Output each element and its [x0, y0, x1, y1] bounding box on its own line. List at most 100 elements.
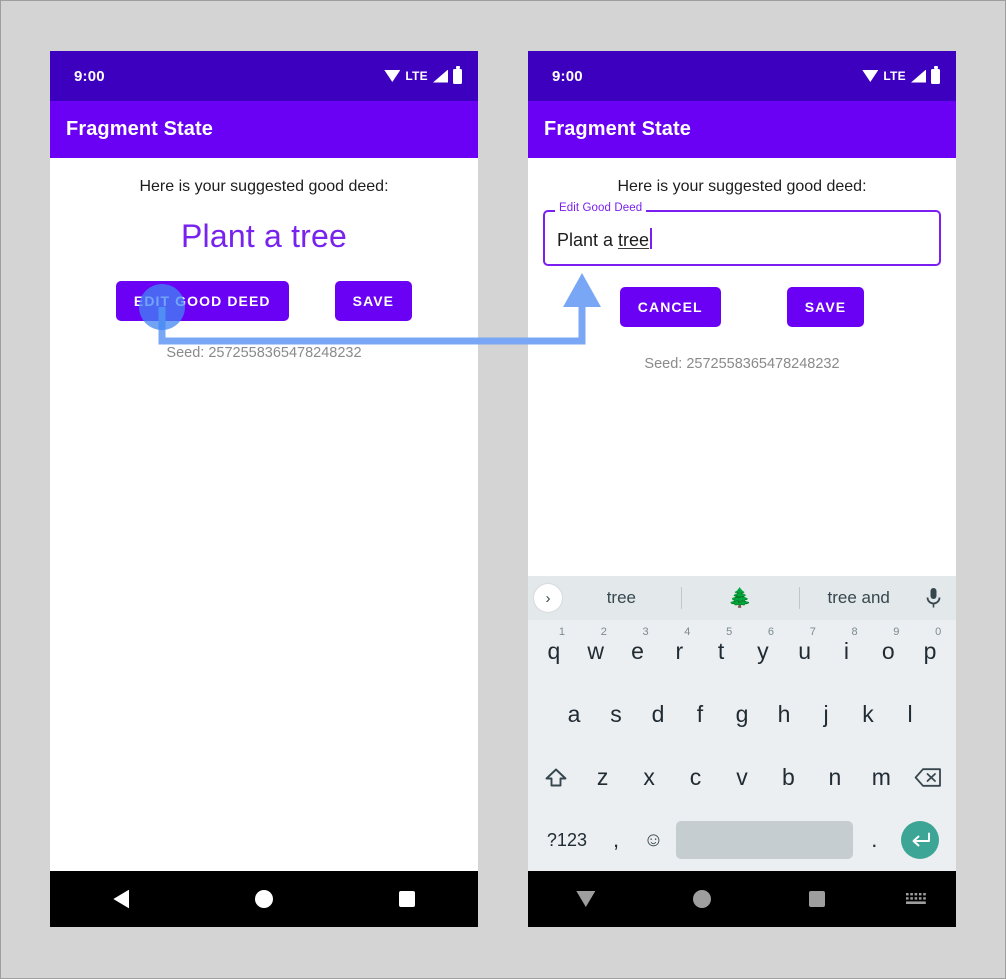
text-field-value: Plant a tree: [557, 225, 653, 251]
spacebar: [676, 821, 853, 859]
key-t[interactable]: 5 t: [700, 620, 742, 683]
lte-label: LTE: [405, 69, 428, 83]
key-f[interactable]: f: [679, 683, 721, 746]
suggestion-bar: › tree 🌲 tree and: [528, 576, 956, 620]
key-label: r: [675, 638, 684, 664]
keyboard-row-3: z x c v b n m: [528, 746, 956, 809]
key-u[interactable]: 7 u: [784, 620, 826, 683]
key-label: w: [587, 638, 604, 664]
text-field-outline[interactable]: Plant a tree: [543, 210, 941, 266]
nav-dismiss-keyboard-button[interactable]: [528, 871, 644, 927]
key-label: t: [717, 638, 725, 664]
key-m[interactable]: m: [858, 746, 904, 809]
key-b[interactable]: b: [765, 746, 811, 809]
key-y[interactable]: 6 y: [742, 620, 784, 683]
key-label: i: [843, 638, 850, 664]
key-d[interactable]: d: [637, 683, 679, 746]
key-num: 3: [642, 626, 649, 638]
key-n[interactable]: n: [812, 746, 858, 809]
key-k[interactable]: k: [847, 683, 889, 746]
key-e[interactable]: 3 e: [617, 620, 659, 683]
key-p[interactable]: 0 p: [909, 620, 951, 683]
mic-icon[interactable]: [918, 587, 948, 609]
nav-back-button[interactable]: [50, 871, 193, 927]
key-v[interactable]: v: [719, 746, 765, 809]
battery-icon: [931, 66, 940, 84]
space-key[interactable]: [673, 809, 857, 871]
enter-icon: [901, 821, 940, 859]
suggestion-emoji[interactable]: 🌲: [681, 586, 800, 610]
key-num: 6: [767, 626, 775, 638]
seed-text: Seed: 2572558365478248232: [644, 356, 840, 372]
key-l[interactable]: l: [889, 683, 931, 746]
period-key[interactable]: .: [856, 809, 892, 871]
comma-key[interactable]: ,: [598, 809, 634, 871]
nav-keyboard-switch-button[interactable]: [875, 871, 956, 927]
key-c[interactable]: c: [672, 746, 718, 809]
save-button[interactable]: SAVE: [334, 281, 413, 321]
back-icon: [113, 889, 130, 909]
text-cursor: [650, 228, 653, 249]
key-g[interactable]: g: [721, 683, 763, 746]
key-i[interactable]: 8 i: [826, 620, 868, 683]
keyboard-row-1: 1 q 2 w 3 e 4 r 5 t 6 y 7 u 8 i 9 o 0 p: [528, 620, 956, 683]
text-field-value-prefix: Plant a: [557, 230, 619, 250]
key-z[interactable]: z: [579, 746, 625, 809]
key-a[interactable]: a: [553, 683, 595, 746]
key-j[interactable]: j: [805, 683, 847, 746]
key-w[interactable]: 2 w: [575, 620, 617, 683]
suggestion-word-2[interactable]: tree and: [799, 588, 918, 608]
emoji-key[interactable]: ☺: [634, 809, 672, 871]
nav-recents-button[interactable]: [759, 871, 875, 927]
key-num: 8: [851, 626, 858, 638]
suggestion-word-1[interactable]: tree: [562, 588, 681, 608]
key-num: 2: [600, 626, 607, 638]
recents-icon: [809, 891, 826, 907]
key-h[interactable]: h: [763, 683, 805, 746]
symbols-key[interactable]: ?123: [536, 809, 598, 871]
cancel-button[interactable]: CANCEL: [619, 287, 721, 327]
keyboard-row-2: a s d f g h j k l: [528, 683, 956, 746]
key-label: p: [923, 638, 937, 664]
keyboard-row-4: ?123 , ☺ .: [528, 809, 956, 871]
key-s[interactable]: s: [595, 683, 637, 746]
shift-key[interactable]: [533, 746, 579, 809]
nav-home-button[interactable]: [644, 871, 760, 927]
edit-text-field[interactable]: Plant a tree Edit Good Deed: [543, 202, 941, 266]
phone-screen-after: 9:00 LTE Fragment State Here is your sug…: [528, 51, 956, 927]
key-label: y: [757, 638, 769, 664]
text-field-label: Edit Good Deed: [555, 202, 647, 214]
status-bar: 9:00 LTE: [50, 51, 478, 101]
good-deed-text: Plant a tree: [180, 218, 348, 254]
app-bar: Fragment State: [528, 101, 956, 158]
keyboard-switch-icon: [905, 892, 926, 904]
navigation-bar: [528, 871, 956, 927]
key-num: 7: [809, 626, 816, 638]
key-r[interactable]: 4 r: [658, 620, 700, 683]
key-o[interactable]: 9 o: [867, 620, 909, 683]
key-num: 0: [935, 626, 942, 638]
tap-indicator: [139, 284, 185, 330]
key-x[interactable]: x: [626, 746, 672, 809]
on-screen-keyboard: › tree 🌲 tree and 1 q 2 w 3 e 4 r 5 t 6 …: [528, 576, 956, 871]
action-button-row: EDIT GOOD DEED SAVE: [50, 281, 478, 321]
prompt-text: Here is your suggested good deed:: [139, 178, 389, 195]
screen-content-left: Here is your suggested good deed: Plant …: [50, 158, 478, 871]
key-label: u: [798, 638, 812, 664]
save-button[interactable]: SAVE: [786, 287, 865, 327]
nav-home-button[interactable]: [193, 871, 336, 927]
wifi-icon: [862, 70, 879, 82]
navigation-bar: [50, 871, 478, 927]
expand-suggestions-icon[interactable]: ›: [534, 584, 562, 612]
status-bar-time: 9:00: [74, 67, 105, 85]
battery-icon: [453, 66, 462, 84]
wifi-icon: [384, 70, 401, 82]
key-q[interactable]: 1 q: [533, 620, 575, 683]
backspace-key[interactable]: [905, 746, 951, 809]
status-bar-icons: LTE: [384, 66, 462, 84]
key-num: 1: [558, 626, 566, 638]
status-bar-time: 9:00: [552, 67, 583, 85]
nav-recents-button[interactable]: [335, 871, 478, 927]
screenshot-canvas: 9:00 LTE Fragment State Here is your sug…: [0, 0, 1006, 979]
enter-key[interactable]: [893, 809, 949, 871]
